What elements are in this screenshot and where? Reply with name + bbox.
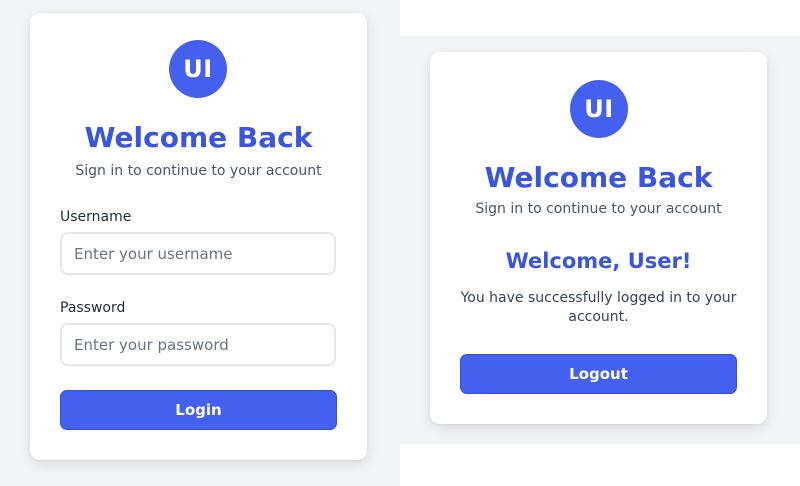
login-button-label: Login	[175, 401, 222, 419]
welcome-subtitle: Sign in to continue to your account	[475, 201, 722, 217]
logout-button[interactable]: Logout	[460, 354, 737, 394]
logout-button-label: Logout	[569, 365, 628, 383]
login-title: Welcome Back	[84, 121, 313, 154]
greeting-heading: Welcome, User!	[505, 249, 692, 273]
login-subtitle: Sign in to continue to your account	[75, 163, 322, 179]
logo-text: UI	[183, 55, 213, 83]
password-input[interactable]	[60, 323, 336, 366]
app-logo: UI	[570, 80, 628, 138]
login-success-message: You have successfully logged in to your …	[460, 290, 737, 325]
login-button[interactable]: Login	[60, 390, 337, 430]
welcome-card: UI Welcome Back Sign in to continue to y…	[430, 52, 767, 424]
username-input[interactable]	[60, 232, 336, 275]
welcome-title: Welcome Back	[484, 161, 713, 194]
app-logo: UI	[169, 40, 227, 98]
logo-text: UI	[584, 95, 614, 123]
password-label: Password	[60, 300, 126, 316]
login-card: UI Welcome Back Sign in to continue to y…	[30, 13, 367, 460]
username-label: Username	[60, 209, 132, 225]
